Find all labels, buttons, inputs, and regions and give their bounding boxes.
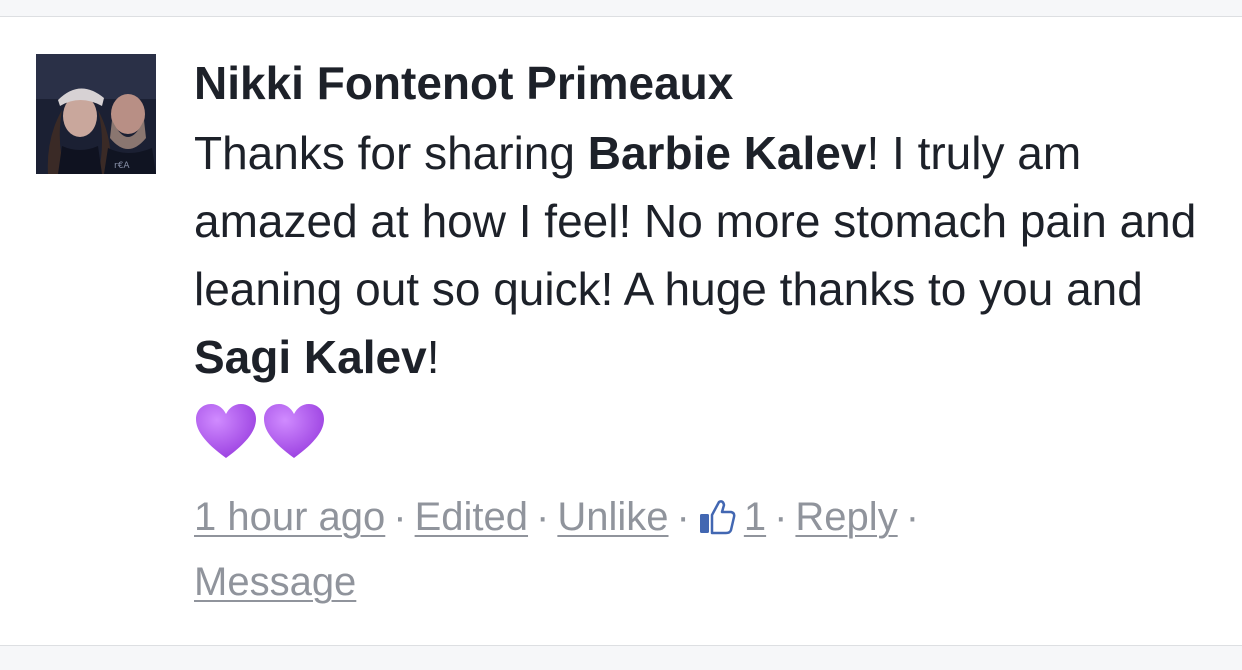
comment-author[interactable]: Nikki Fontenot Primeaux [194,53,1224,113]
unlike-button[interactable]: Unlike [557,495,668,539]
comment-body: Nikki Fontenot Primeaux Thanks for shari… [194,53,1224,612]
timestamp-link[interactable]: 1 hour ago [194,495,385,539]
purple-heart-icon [262,402,326,462]
avatar[interactable]: r€A [36,54,156,174]
comment-text-part: ! [426,331,440,383]
separator-dot: · [393,495,407,539]
like-count[interactable]: 1 [744,495,766,539]
purple-heart-icon [194,402,258,462]
separator-dot: · [905,495,920,539]
edited-link[interactable]: Edited [415,495,528,539]
separator-dot: · [676,495,690,539]
reply-button[interactable]: Reply [795,495,897,539]
separator-dot: · [774,495,788,539]
svg-text:r€A: r€A [114,161,130,171]
comment-card: r€A Nikki Fontenot Primeaux Thanks for s… [0,16,1242,646]
emoji-row [194,399,1224,465]
mention-sagi-kalev[interactable]: Sagi Kalev [194,331,427,383]
comment-text: Thanks for sharing Barbie Kalev! I truly… [194,119,1224,391]
message-button[interactable]: Message [194,560,356,604]
separator-dot: · [536,495,550,539]
profile-photo-icon: r€A [36,54,156,174]
mention-barbie-kalev[interactable]: Barbie Kalev [588,127,867,179]
thumbs-up-icon [698,492,736,552]
comment-meta: 1 hour ago · Edited · Unlike · 1 · Reply · Messag… [194,487,1224,612]
comment-text-part: Thanks for sharing [194,127,588,179]
